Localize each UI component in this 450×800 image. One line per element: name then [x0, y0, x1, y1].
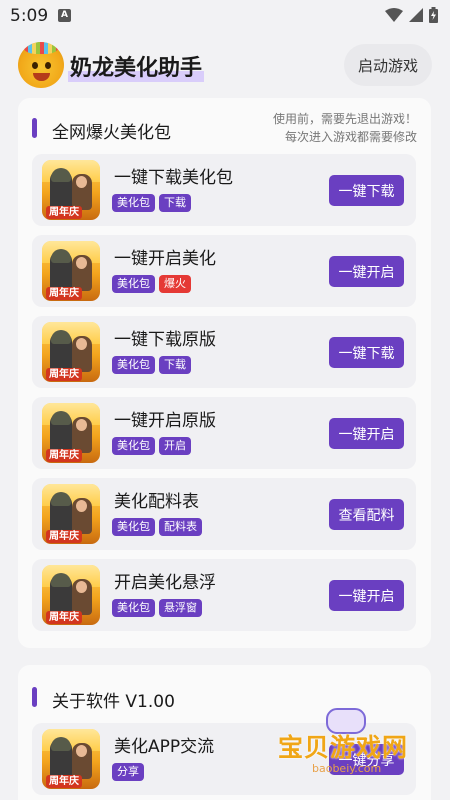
tag: 开启 — [159, 437, 191, 455]
section-title: 关于软件 V1.00 — [52, 692, 175, 712]
tag: 美化包 — [112, 356, 155, 374]
tag-list: 美化包 悬浮窗 — [112, 599, 202, 617]
section-accent-bar — [32, 118, 37, 138]
beautify-pack-card: 全网爆火美化包 使用前，需要先退出游戏！ 每次进入游戏都需要修改 周年庆 一键下… — [18, 98, 431, 648]
tag: 美化包 — [112, 194, 155, 212]
notice-line: 每次进入游戏都需要修改 — [284, 130, 417, 144]
item-title: 一键下载美化包 — [114, 168, 233, 188]
tag: 悬浮窗 — [159, 599, 202, 617]
game-thumbnail: 周年庆 — [42, 484, 100, 544]
tag-list: 美化包 开启 — [112, 437, 191, 455]
watermark-text: 宝贝游戏网 — [278, 733, 409, 762]
usage-notice: 使用前，需要先退出游戏！ 每次进入游戏都需要修改 — [273, 110, 417, 146]
game-thumbnail: 周年庆 — [42, 241, 100, 301]
status-bar: 5:09 A — [0, 0, 450, 32]
tag: 美化包 — [112, 437, 155, 455]
wifi-icon — [385, 8, 403, 22]
enable-beautify-button[interactable]: 一键开启 — [329, 256, 404, 287]
tag-list: 美化包 下载 — [112, 356, 191, 374]
anniversary-badge: 周年庆 — [46, 368, 82, 381]
anniversary-badge: 周年庆 — [46, 206, 82, 219]
download-pack-button[interactable]: 一键下载 — [329, 175, 404, 206]
tag-list: 分享 — [112, 763, 144, 781]
watermark-url: baobeiy.com — [312, 762, 382, 775]
game-thumbnail: 周年庆 — [42, 160, 100, 220]
game-thumbnail: 周年庆 — [42, 322, 100, 382]
app-logo — [18, 42, 64, 88]
item-title: 一键开启原版 — [114, 411, 216, 431]
anniversary-badge: 周年庆 — [46, 449, 82, 462]
item-title: 美化配料表 — [114, 492, 199, 512]
anniversary-badge: 周年庆 — [46, 530, 82, 543]
status-icons — [385, 7, 438, 23]
tag: 美化包 — [112, 599, 155, 617]
list-item: 周年庆 美化配料表 美化包 配料表 查看配料 — [32, 478, 416, 550]
view-ingredients-button[interactable]: 查看配料 — [329, 499, 404, 530]
item-title: 一键开启美化 — [114, 249, 216, 269]
section-accent-bar — [32, 687, 37, 707]
site-watermark: 宝贝游戏网 baobeiy.com — [272, 706, 442, 790]
battery-icon — [429, 7, 438, 23]
tag: 美化包 — [112, 518, 155, 536]
game-thumbnail: 周年庆 — [42, 729, 100, 789]
game-thumbnail: 周年庆 — [42, 403, 100, 463]
item-title: 一键下载原版 — [114, 330, 216, 350]
download-original-button[interactable]: 一键下载 — [329, 337, 404, 368]
item-title: 开启美化悬浮 — [114, 573, 216, 593]
start-game-button[interactable]: 启动游戏 — [344, 44, 432, 86]
enable-original-button[interactable]: 一键开启 — [329, 418, 404, 449]
tag: 下载 — [159, 194, 191, 212]
list-item: 周年庆 开启美化悬浮 美化包 悬浮窗 一键开启 — [32, 559, 416, 631]
notice-line: 使用前，需要先退出游戏！ — [272, 112, 417, 126]
tag-list: 美化包 爆火 — [112, 275, 191, 293]
anniversary-badge: 周年庆 — [46, 287, 82, 300]
hot-tag: 爆火 — [159, 275, 191, 293]
anniversary-badge: 周年庆 — [46, 611, 82, 624]
list-item: 周年庆 一键下载美化包 美化包 下载 一键下载 — [32, 154, 416, 226]
notification-icon: A — [58, 9, 71, 22]
tag: 配料表 — [159, 518, 202, 536]
signal-icon — [409, 8, 423, 22]
enable-floating-button[interactable]: 一键开启 — [329, 580, 404, 611]
list-item: 周年庆 一键下载原版 美化包 下载 一键下载 — [32, 316, 416, 388]
list-item: 周年庆 一键开启原版 美化包 开启 一键开启 — [32, 397, 416, 469]
tag-list: 美化包 配料表 — [112, 518, 202, 536]
tag: 美化包 — [112, 275, 155, 293]
list-item: 周年庆 一键开启美化 美化包 爆火 一键开启 — [32, 235, 416, 307]
game-thumbnail: 周年庆 — [42, 565, 100, 625]
item-title: 美化APP交流 — [114, 737, 215, 757]
section-title: 全网爆火美化包 — [52, 123, 171, 143]
anniversary-badge: 周年庆 — [46, 775, 82, 788]
app-title: 奶龙美化助手 — [68, 50, 205, 82]
tag: 下载 — [159, 356, 191, 374]
app-header: 奶龙美化助手 启动游戏 — [0, 32, 450, 98]
tag: 分享 — [112, 763, 144, 781]
status-time: 5:09 — [10, 6, 49, 26]
tag-list: 美化包 下载 — [112, 194, 191, 212]
